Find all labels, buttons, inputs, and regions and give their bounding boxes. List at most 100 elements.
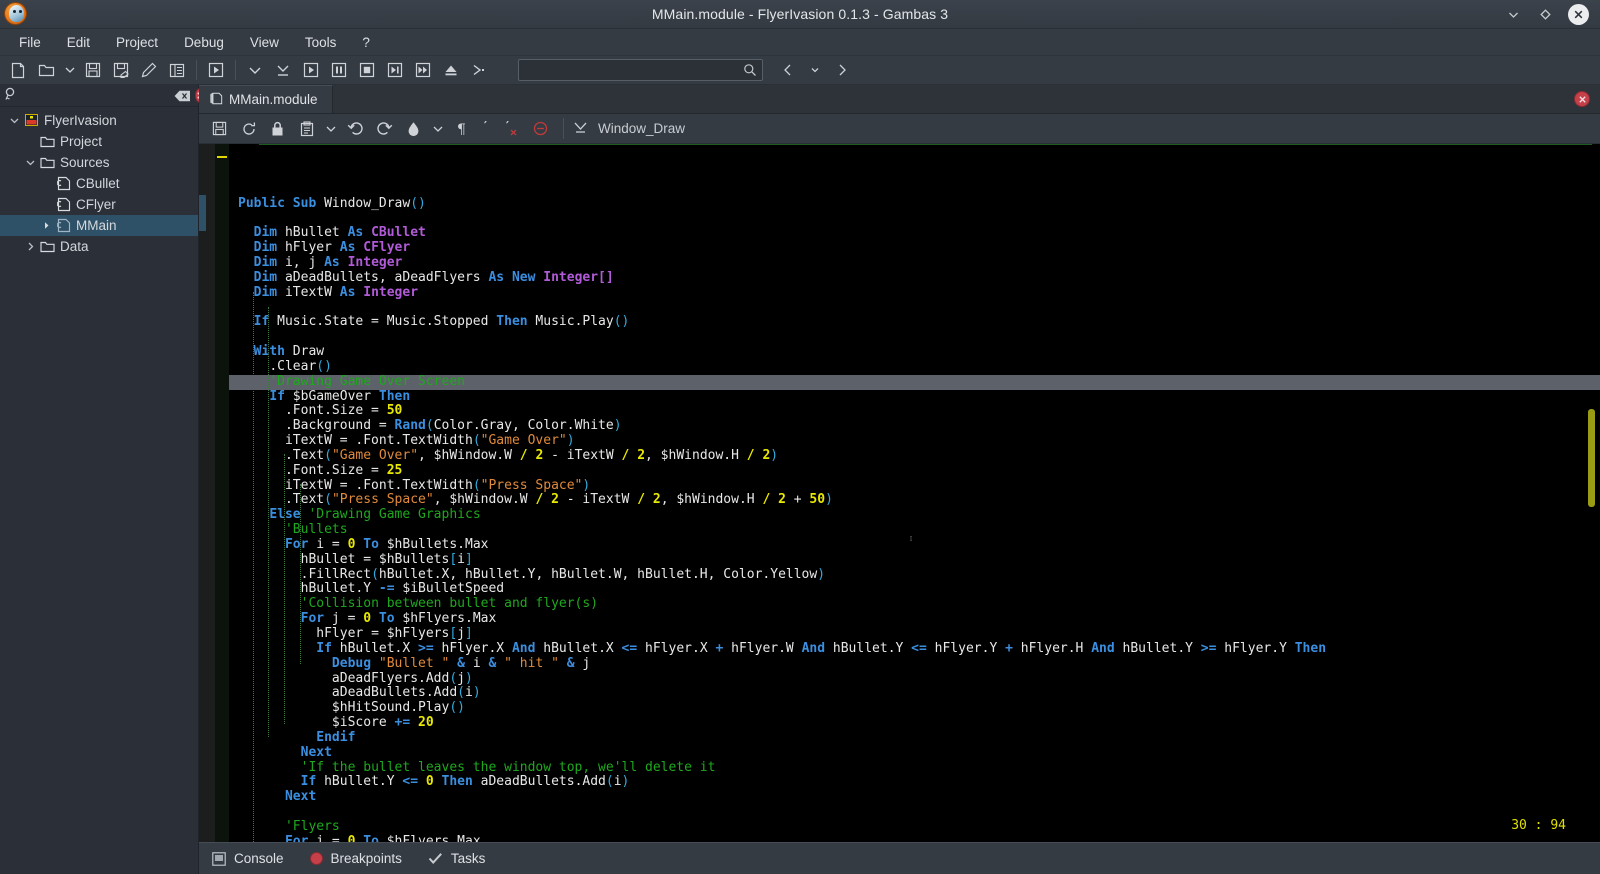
statusbar-console[interactable]: Console — [211, 851, 284, 866]
code-line[interactable]: Next — [229, 746, 1600, 761]
drop-icon[interactable] — [399, 116, 428, 141]
menu-project[interactable]: Project — [103, 31, 171, 54]
redo-icon[interactable] — [370, 116, 399, 141]
code-line[interactable]: Dim hFlyer As CFlyer — [229, 241, 1600, 256]
save-as-icon[interactable] — [107, 58, 135, 83]
code-line[interactable]: hBullet = $hBullets[i] — [229, 553, 1600, 568]
code-line[interactable]: .Background = Rand(Color.Gray, Color.Whi… — [229, 419, 1600, 434]
tree-item-cflyer[interactable]: CFlyer — [0, 194, 198, 215]
procedure-selector[interactable]: Window_Draw — [572, 120, 685, 138]
chevron-down-icon[interactable] — [6, 115, 22, 126]
step-into-icon[interactable] — [269, 58, 297, 83]
code-line[interactable]: If Music.State = Music.Stopped Then Musi… — [229, 315, 1600, 330]
code-line[interactable]: 'Flyers — [229, 820, 1600, 835]
menu-edit[interactable]: Edit — [54, 31, 103, 54]
save-icon[interactable] — [205, 116, 234, 141]
skip-forward-icon[interactable] — [381, 58, 409, 83]
code-line[interactable]: With Draw — [229, 345, 1600, 360]
code-line[interactable]: 'Drawing Game Over Screen — [229, 375, 1600, 390]
comment-icon[interactable]: ’ — [477, 116, 497, 141]
menu-tools[interactable]: Tools — [292, 31, 350, 54]
tree-item-mmain[interactable]: MMain — [0, 215, 198, 236]
code-line[interactable]: Next — [229, 790, 1600, 805]
editor-gutter[interactable] — [199, 144, 215, 842]
clear-filter-icon[interactable] — [174, 90, 191, 102]
fold-column[interactable] — [215, 144, 229, 842]
chevron-right-icon[interactable] — [829, 58, 854, 82]
code-line[interactable]: .Text("Press Space", $hWindow.W / 2 - iT… — [229, 493, 1600, 508]
code-line[interactable]: hBullet.Y -= $iBulletSpeed — [229, 582, 1600, 597]
code-line[interactable] — [229, 300, 1600, 315]
code-line[interactable]: Public Sub Window_Draw() — [229, 197, 1600, 212]
new-file-icon[interactable] — [4, 58, 32, 83]
step-over-chevron-down-icon[interactable] — [241, 58, 269, 83]
code-line[interactable]: .Clear() — [229, 360, 1600, 375]
code-line[interactable] — [229, 211, 1600, 226]
code-line[interactable]: If hBullet.Y <= 0 Then aDeadBullets.Add(… — [229, 775, 1600, 790]
code-line[interactable]: $hHitSound.Play() — [229, 701, 1600, 716]
code-line[interactable] — [229, 805, 1600, 820]
code-line[interactable] — [229, 330, 1600, 345]
code-line[interactable]: Debug "Bullet " & i & " hit " & j — [229, 657, 1600, 672]
code-line[interactable]: .Font.Size = 50 — [229, 404, 1600, 419]
code-line[interactable]: Dim i, j As Integer — [229, 256, 1600, 271]
code-line[interactable]: iTextW = .Font.TextWidth("Press Space") — [229, 479, 1600, 494]
code-line[interactable]: .Font.Size = 25 — [229, 464, 1600, 479]
tree-item-sources[interactable]: Sources — [0, 152, 198, 173]
paste-chevron-down-icon[interactable] — [321, 116, 341, 141]
code-line[interactable]: .Text("Game Over", $hWindow.W / 2 - iTex… — [229, 449, 1600, 464]
code-line[interactable]: If $bGameOver Then — [229, 390, 1600, 405]
code-line[interactable]: aDeadBullets.Add(i) — [229, 686, 1600, 701]
menu-help[interactable]: ? — [349, 31, 383, 54]
code-line[interactable]: If hBullet.X >= hFlyer.X And hBullet.X <… — [229, 642, 1600, 657]
refresh-icon[interactable] — [234, 116, 263, 141]
code-line[interactable]: Else 'Drawing Game Graphics — [229, 508, 1600, 523]
pilcrow-icon[interactable]: ¶ — [448, 116, 477, 141]
save-icon[interactable] — [79, 58, 107, 83]
undo-icon[interactable] — [341, 116, 370, 141]
nav-chevron-down-icon[interactable] — [802, 58, 827, 82]
menu-debug[interactable]: Debug — [171, 31, 237, 54]
tree-item-data[interactable]: Data — [0, 236, 198, 257]
code-line[interactable]: $iScore += 20 — [229, 716, 1600, 731]
chevron-down-icon[interactable] — [22, 157, 38, 168]
project-filter-input[interactable] — [19, 89, 174, 103]
code-line[interactable]: Endif — [229, 731, 1600, 746]
close-button[interactable] — [1568, 4, 1589, 25]
code-line[interactable]: 'Bullets — [229, 523, 1600, 538]
tree-item-cbullet[interactable]: CBullet — [0, 173, 198, 194]
statusbar-tasks[interactable]: Tasks — [428, 851, 486, 866]
open-project-chevron-down-icon[interactable] — [60, 58, 79, 83]
open-folder-icon[interactable] — [32, 58, 60, 83]
menu-view[interactable]: View — [237, 31, 292, 54]
chevron-right-icon[interactable] — [38, 220, 54, 231]
code-line[interactable]: hFlyer = $hFlyers[j] — [229, 627, 1600, 642]
chevron-left-icon[interactable] — [775, 58, 800, 82]
search-input[interactable] — [518, 59, 763, 81]
maximize-button[interactable] — [1536, 5, 1554, 23]
statusbar-breakpoints[interactable]: Breakpoints — [310, 851, 402, 866]
code-line[interactable]: For i = 0 To $hBullets.Max — [229, 538, 1600, 553]
uncomment-icon[interactable]: ’ — [497, 116, 526, 141]
code-text[interactable]: Public Sub Window_Draw() Dim hBullet As … — [229, 144, 1600, 842]
pause-icon[interactable] — [325, 58, 353, 83]
run-icon[interactable] — [202, 58, 230, 83]
code-editor[interactable]: Public Sub Window_Draw() Dim hBullet As … — [199, 144, 1600, 842]
list-icon[interactable] — [163, 58, 191, 83]
code-line[interactable]: For j = 0 To $hFlyers.Max — [229, 612, 1600, 627]
chevron-right-icon[interactable] — [22, 241, 38, 252]
clipboard-icon[interactable] — [292, 116, 321, 141]
fold-marker[interactable] — [217, 156, 227, 158]
vertical-scrollbar[interactable] — [1586, 144, 1596, 842]
code-line[interactable]: Dim aDeadBullets, aDeadFlyers As New Int… — [229, 271, 1600, 286]
breakpoint-icon[interactable] — [526, 116, 555, 141]
tab-mmain-module[interactable]: MMain.module — [199, 85, 333, 113]
format-chevron-down-icon[interactable] — [428, 116, 448, 141]
terminal-icon[interactable] — [465, 58, 493, 83]
menu-file[interactable]: File — [6, 31, 54, 54]
minimize-button[interactable] — [1504, 5, 1522, 23]
code-line[interactable]: 'If the bullet leaves the window top, we… — [229, 761, 1600, 776]
scrollbar-thumb[interactable] — [1588, 409, 1595, 507]
stop-icon[interactable] — [353, 58, 381, 83]
tree-item-project[interactable]: Project — [0, 131, 198, 152]
